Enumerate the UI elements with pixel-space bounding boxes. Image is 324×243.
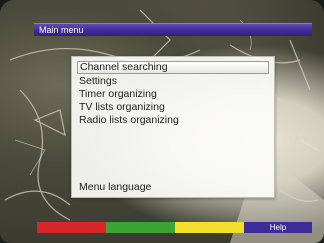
menu-item-channel-searching[interactable]: Channel searching	[77, 61, 269, 74]
green-key-button[interactable]	[106, 222, 175, 233]
menu-item-radio-lists-organizing[interactable]: Radio lists organizing	[79, 114, 179, 126]
help-button[interactable]: Help	[244, 222, 312, 233]
menu-item-timer-organizing[interactable]: Timer organizing	[79, 88, 157, 100]
menu-item-tv-lists-organizing[interactable]: TV lists organizing	[79, 101, 165, 113]
main-menu-title-bar: Main menu	[34, 23, 312, 36]
main-menu-panel: Channel searching Settings Timer organiz…	[71, 56, 275, 198]
menu-item-menu-language[interactable]: Menu language	[79, 181, 151, 193]
menu-item-settings[interactable]: Settings	[79, 75, 117, 87]
red-key-button[interactable]	[37, 222, 106, 233]
yellow-key-button[interactable]	[175, 222, 244, 233]
tv-screen: Main menu Channel searching Settings Tim…	[0, 0, 324, 243]
